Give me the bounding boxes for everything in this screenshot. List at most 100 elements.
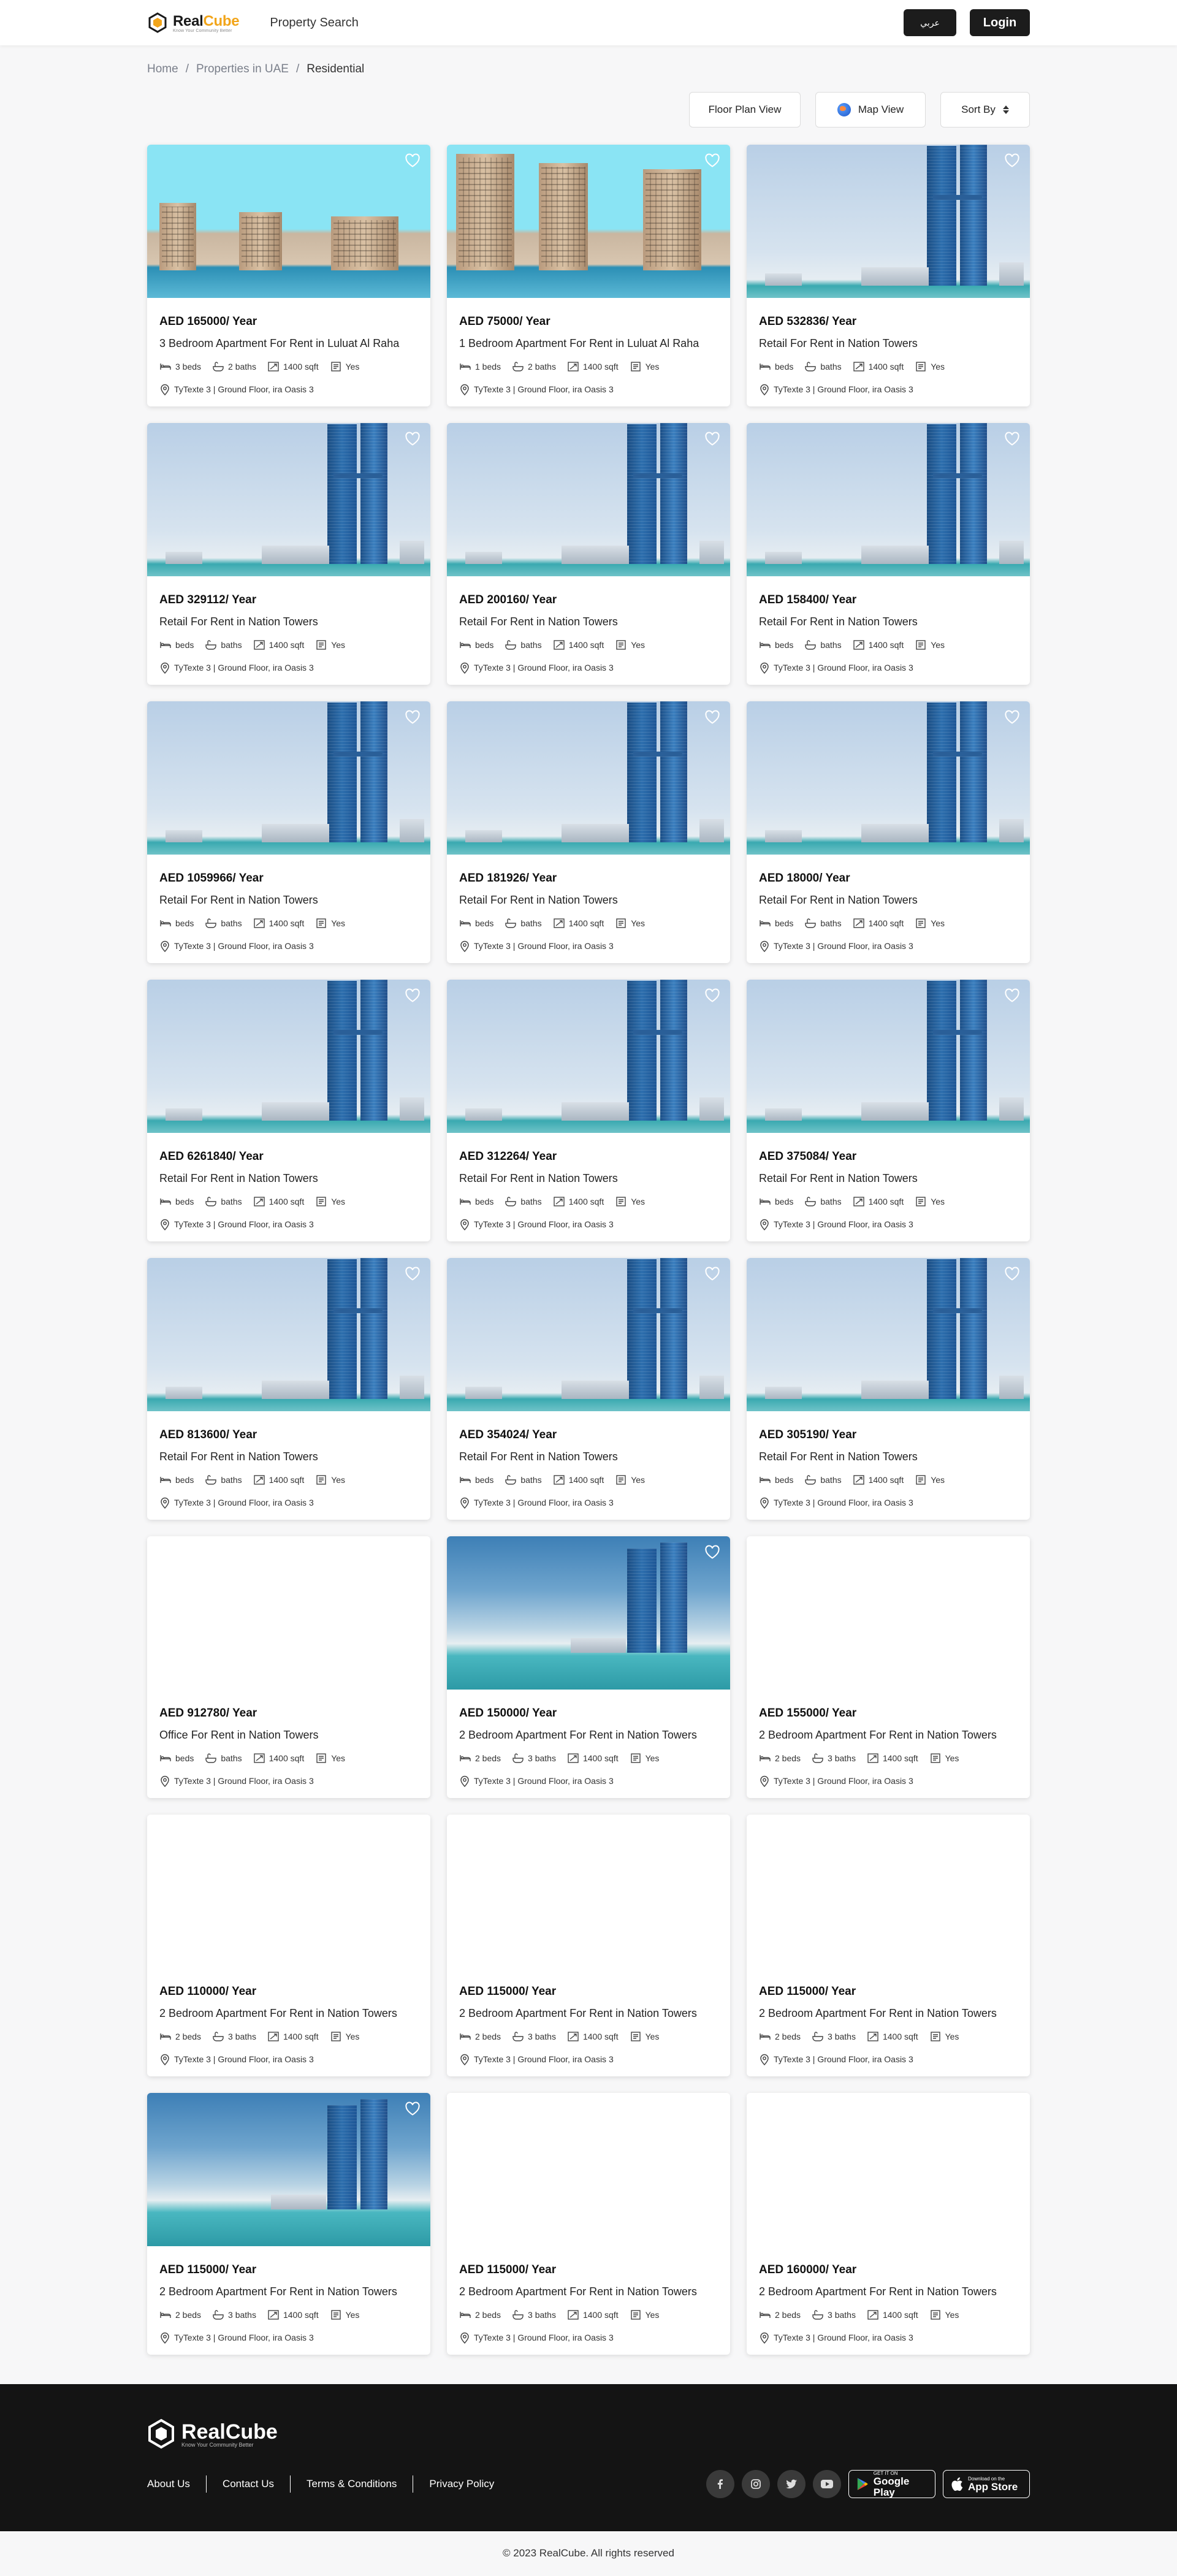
twitter-icon[interactable] — [777, 2470, 806, 2498]
heart-icon[interactable] — [704, 432, 720, 446]
listing-card[interactable]: AED 165000/ Year 3 Bedroom Apartment For … — [147, 145, 430, 406]
listing-title[interactable]: Retail For Rent in Nation Towers — [159, 615, 418, 628]
heart-icon[interactable] — [1004, 432, 1020, 446]
listing-image-placeholder[interactable] — [147, 1536, 430, 1690]
footer-link-privacy[interactable]: Privacy Policy — [413, 2475, 510, 2493]
listing-image[interactable] — [447, 1258, 730, 1411]
listing-image[interactable] — [147, 701, 430, 855]
listing-title[interactable]: 2 Bedroom Apartment For Rent in Nation T… — [759, 2007, 1018, 2020]
heart-icon[interactable] — [1004, 1267, 1020, 1281]
listing-card[interactable]: AED 532836/ Year Retail For Rent in Natio… — [747, 145, 1030, 406]
heart-icon[interactable] — [405, 432, 421, 446]
listing-title[interactable]: 3 Bedroom Apartment For Rent in Luluat A… — [159, 337, 418, 350]
heart-icon[interactable] — [405, 988, 421, 1003]
listing-image[interactable] — [147, 423, 430, 576]
listing-image[interactable] — [747, 145, 1030, 298]
heart-icon[interactable] — [1004, 153, 1020, 168]
listing-image[interactable] — [447, 145, 730, 298]
listing-image[interactable] — [147, 2093, 430, 2246]
heart-icon[interactable] — [405, 710, 421, 725]
listing-card[interactable]: AED 158400/ Year Retail For Rent in Natio… — [747, 423, 1030, 685]
listing-image-placeholder[interactable] — [747, 1536, 1030, 1690]
listing-title[interactable]: 2 Bedroom Apartment For Rent in Nation T… — [759, 1729, 1018, 1742]
app-store-button[interactable]: Download on the App Store — [943, 2470, 1030, 2498]
listing-title[interactable]: Retail For Rent in Nation Towers — [459, 1172, 718, 1185]
listing-card[interactable]: AED 115000/ Year 2 Bedroom Apartment For … — [147, 2093, 430, 2355]
facebook-icon[interactable] — [706, 2470, 734, 2498]
listing-image[interactable] — [147, 980, 430, 1133]
breadcrumb-uae[interactable]: Properties in UAE — [196, 63, 289, 76]
google-play-button[interactable]: GET IT ON Google Play — [848, 2470, 935, 2498]
youtube-icon[interactable] — [813, 2470, 841, 2498]
floor-plan-view-button[interactable]: Floor Plan View — [689, 92, 801, 128]
listing-card[interactable]: AED 6261840/ Year Retail For Rent in Nati… — [147, 980, 430, 1241]
listing-image-placeholder[interactable] — [447, 2093, 730, 2246]
listing-image-placeholder[interactable] — [147, 1815, 430, 1968]
listing-image[interactable] — [747, 423, 1030, 576]
heart-icon[interactable] — [704, 988, 720, 1003]
listing-card[interactable]: AED 160000/ Year 2 Bedroom Apartment For … — [747, 2093, 1030, 2355]
listing-card[interactable]: AED 912780/ Year Office For Rent in Natio… — [147, 1536, 430, 1798]
footer-logo[interactable]: RealCube Know Your Community Better — [147, 2418, 1030, 2449]
listing-image[interactable] — [447, 701, 730, 855]
listing-card[interactable]: AED 115000/ Year 2 Bedroom Apartment For … — [747, 1815, 1030, 2076]
footer-link-about[interactable]: About Us — [147, 2475, 206, 2493]
listing-card[interactable]: AED 305190/ Year Retail For Rent in Natio… — [747, 1258, 1030, 1520]
listing-card[interactable]: AED 18000/ Year Retail For Rent in Nation… — [747, 701, 1030, 963]
nav-property-search[interactable]: Property Search — [270, 16, 359, 30]
heart-icon[interactable] — [1004, 710, 1020, 725]
listing-card[interactable]: AED 375084/ Year Retail For Rent in Natio… — [747, 980, 1030, 1241]
instagram-icon[interactable] — [742, 2470, 770, 2498]
listing-card[interactable]: AED 115000/ Year 2 Bedroom Apartment For … — [447, 1815, 730, 2076]
listing-image[interactable] — [747, 980, 1030, 1133]
listing-image[interactable] — [447, 1536, 730, 1690]
listing-image[interactable] — [747, 1258, 1030, 1411]
listing-title[interactable]: Retail For Rent in Nation Towers — [459, 615, 718, 628]
heart-icon[interactable] — [1004, 988, 1020, 1003]
listing-title[interactable]: Retail For Rent in Nation Towers — [759, 1450, 1018, 1463]
listing-image[interactable] — [747, 701, 1030, 855]
listing-title[interactable]: 2 Bedroom Apartment For Rent in Nation T… — [459, 2285, 718, 2298]
listing-title[interactable]: Retail For Rent in Nation Towers — [759, 1172, 1018, 1185]
login-button[interactable]: Login — [970, 9, 1030, 36]
listing-card[interactable]: AED 150000/ Year 2 Bedroom Apartment For … — [447, 1536, 730, 1798]
breadcrumb-home[interactable]: Home — [147, 63, 178, 76]
heart-icon[interactable] — [405, 153, 421, 168]
heart-icon[interactable] — [704, 710, 720, 725]
listing-card[interactable]: AED 110000/ Year 2 Bedroom Apartment For … — [147, 1815, 430, 2076]
listing-title[interactable]: Retail For Rent in Nation Towers — [459, 1450, 718, 1463]
listing-image[interactable] — [447, 980, 730, 1133]
brand-logo[interactable]: RealCube Know Your Community Better — [147, 12, 240, 33]
listing-title[interactable]: 1 Bedroom Apartment For Rent in Luluat A… — [459, 337, 718, 350]
listing-card[interactable]: AED 329112/ Year Retail For Rent in Natio… — [147, 423, 430, 685]
footer-link-contact[interactable]: Contact Us — [205, 2475, 290, 2493]
listing-title[interactable]: Retail For Rent in Nation Towers — [159, 1172, 418, 1185]
listing-title[interactable]: 2 Bedroom Apartment For Rent in Nation T… — [159, 2007, 418, 2020]
listing-card[interactable]: AED 312264/ Year Retail For Rent in Natio… — [447, 980, 730, 1241]
listing-card[interactable]: AED 181926/ Year Retail For Rent in Natio… — [447, 701, 730, 963]
heart-icon[interactable] — [405, 1267, 421, 1281]
listing-title[interactable]: 2 Bedroom Apartment For Rent in Nation T… — [459, 2007, 718, 2020]
listing-image-placeholder[interactable] — [747, 2093, 1030, 2246]
listing-title[interactable]: Retail For Rent in Nation Towers — [159, 1450, 418, 1463]
listing-card[interactable]: AED 1059966/ Year Retail For Rent in Nati… — [147, 701, 430, 963]
listing-card[interactable]: AED 115000/ Year 2 Bedroom Apartment For … — [447, 2093, 730, 2355]
listing-title[interactable]: Retail For Rent in Nation Towers — [459, 894, 718, 907]
listing-card[interactable]: AED 354024/ Year Retail For Rent in Natio… — [447, 1258, 730, 1520]
listing-card[interactable]: AED 155000/ Year 2 Bedroom Apartment For … — [747, 1536, 1030, 1798]
listing-image[interactable] — [147, 145, 430, 298]
listing-card[interactable]: AED 75000/ Year 1 Bedroom Apartment For R… — [447, 145, 730, 406]
map-view-button[interactable]: Map View — [815, 92, 926, 128]
heart-icon[interactable] — [704, 1545, 720, 1560]
language-arabic-button[interactable]: عربي — [904, 9, 956, 36]
heart-icon[interactable] — [704, 1267, 720, 1281]
listing-title[interactable]: 2 Bedroom Apartment For Rent in Nation T… — [159, 2285, 418, 2298]
listing-title[interactable]: Office For Rent in Nation Towers — [159, 1729, 418, 1742]
listing-image[interactable] — [447, 423, 730, 576]
footer-link-terms[interactable]: Terms & Conditions — [290, 2475, 413, 2493]
listing-title[interactable]: Retail For Rent in Nation Towers — [759, 894, 1018, 907]
heart-icon[interactable] — [704, 153, 720, 168]
listing-title[interactable]: Retail For Rent in Nation Towers — [759, 615, 1018, 628]
listing-title[interactable]: Retail For Rent in Nation Towers — [159, 894, 418, 907]
listing-image-placeholder[interactable] — [747, 1815, 1030, 1968]
